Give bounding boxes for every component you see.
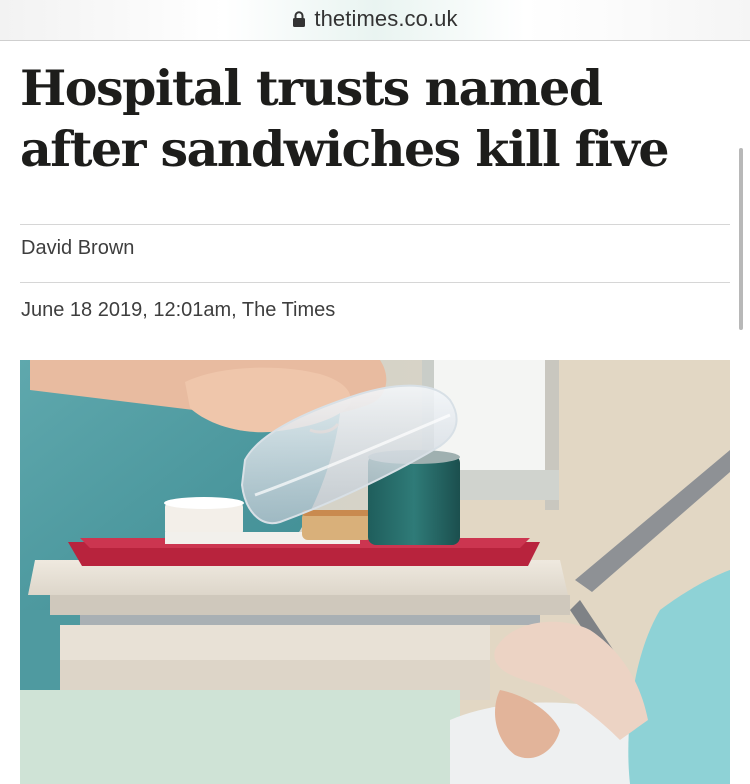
divider-middle	[20, 282, 730, 283]
article-photo	[20, 360, 730, 784]
divider-top	[20, 224, 730, 225]
url-text: thetimes.co.uk	[314, 6, 458, 31]
article-author[interactable]: David Brown	[21, 237, 134, 260]
browser-url-bar[interactable]: thetimes.co.uk	[0, 0, 750, 41]
url-display[interactable]: thetimes.co.uk	[292, 6, 458, 32]
lock-icon	[292, 11, 306, 27]
page-scrollbar[interactable]	[739, 148, 743, 330]
article-headline: Hospital trusts named after sandwiches k…	[20, 59, 670, 178]
article-dateline: June 18 2019, 12:01am, The Times	[21, 299, 336, 321]
